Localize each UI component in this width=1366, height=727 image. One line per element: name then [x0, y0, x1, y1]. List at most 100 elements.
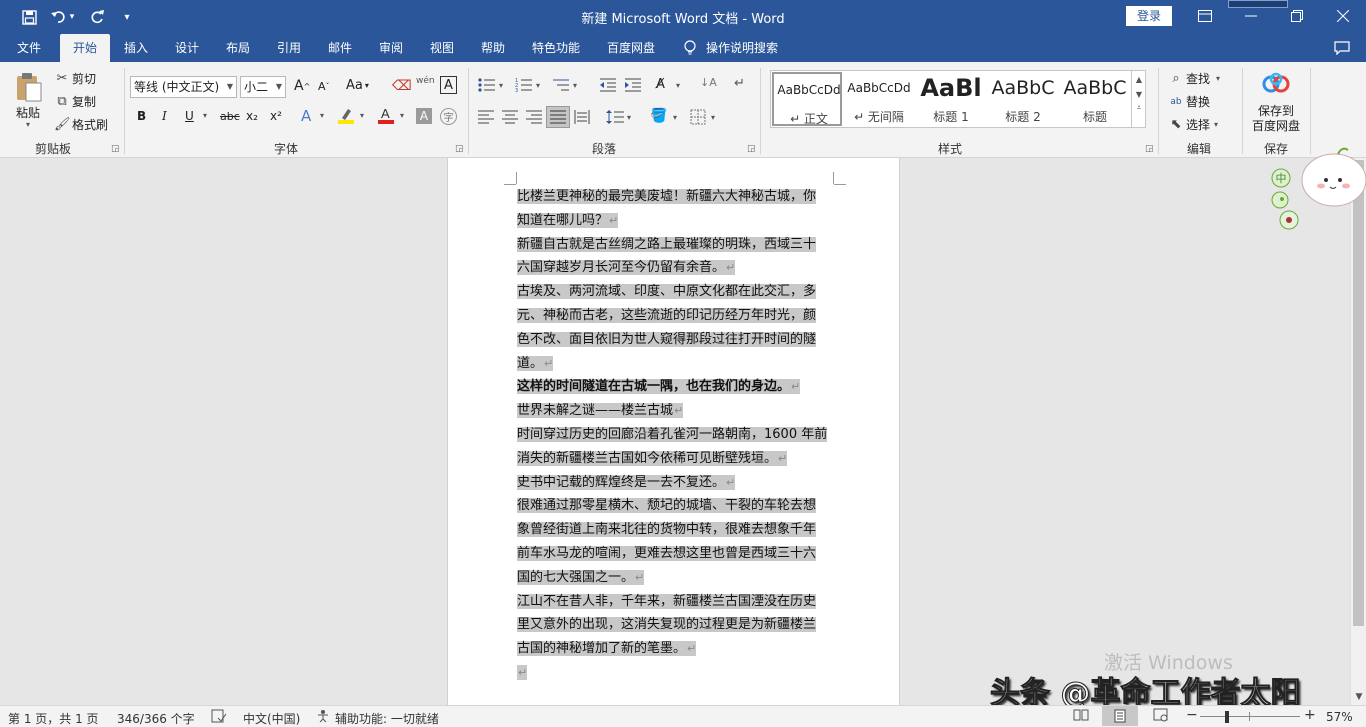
accessibility-icon[interactable]	[316, 709, 332, 726]
line-spacing-dropdown-icon[interactable]: ▾	[627, 113, 631, 122]
document-page[interactable]: 比楼兰更神秘的最完美废墟！新疆六大神秘古城，你 知道在哪儿吗？↵ 新疆自古就是古丝绸…	[447, 158, 900, 705]
change-case-button[interactable]: Aa ▾	[346, 78, 369, 93]
ribbon-display-options-icon[interactable]	[1182, 0, 1228, 32]
underline-dropdown-icon[interactable]: ▾	[203, 111, 207, 120]
baidu-netdisk-icon[interactable]	[1262, 72, 1290, 96]
justify-icon[interactable]	[546, 106, 570, 128]
subscript-button[interactable]: x₂	[246, 109, 258, 123]
distributed-icon[interactable]	[574, 110, 590, 124]
restore-icon[interactable]	[1274, 0, 1320, 32]
decrease-indent-icon[interactable]	[599, 77, 617, 93]
tab-special-features[interactable]: 特色功能	[524, 34, 588, 62]
style-normal[interactable]: AaBbCcDd ↵ 正文	[772, 72, 842, 126]
paste-icon[interactable]	[14, 70, 46, 104]
phonetic-guide-icon[interactable]: wén	[416, 76, 435, 86]
tab-review[interactable]: 审阅	[369, 34, 413, 62]
accessibility-status[interactable]: 辅助功能: 一切就绪	[335, 710, 439, 727]
gallery-up-icon[interactable]: ▲	[1132, 75, 1146, 84]
shading-icon[interactable]: 🪣	[650, 108, 667, 124]
bullets-dropdown-icon[interactable]: ▾	[499, 81, 503, 90]
zoom-level[interactable]: 57%	[1326, 710, 1353, 724]
document-paragraph[interactable]: ↵	[517, 661, 834, 685]
undo-dropdown-icon[interactable]: ▾	[66, 6, 78, 28]
document-paragraph[interactable]: 江山不在昔人非，千年来，新疆楼兰古国湮没在历史 里又意外的出现，这消失复现的过程更…	[517, 590, 834, 661]
tab-view[interactable]: 视图	[420, 34, 464, 62]
close-icon[interactable]	[1320, 0, 1366, 32]
zoom-in-button[interactable]: +	[1304, 707, 1316, 723]
document-paragraph[interactable]: 很难通过那零星横木、颓圮的城墙、干裂的车轮去想 象曾经街道上南来北往的货物中转，很…	[517, 494, 834, 589]
borders-dropdown-icon[interactable]: ▾	[711, 113, 715, 122]
tab-baidu-netdisk[interactable]: 百度网盘	[600, 34, 662, 62]
login-button[interactable]: 登录	[1126, 6, 1172, 26]
highlight-dropdown-icon[interactable]: ▾	[360, 111, 364, 120]
superscript-button[interactable]: x²	[270, 109, 282, 123]
font-launcher-icon[interactable]: ◲	[455, 144, 464, 154]
paste-button[interactable]: 粘贴	[16, 104, 40, 121]
multilevel-list-icon[interactable]	[552, 77, 570, 93]
text-effects-dropdown-icon[interactable]: ▾	[320, 111, 324, 120]
font-color-dropdown-icon[interactable]: ▾	[400, 111, 404, 120]
save-to-baidu-button[interactable]: 保存到 百度网盘	[1250, 104, 1302, 134]
text-effects-icon[interactable]: A	[301, 107, 311, 125]
chinese-layout-dropdown-icon[interactable]: ▾	[676, 81, 680, 90]
shading-dropdown-icon[interactable]: ▾	[673, 113, 677, 122]
grow-font-button[interactable]: A ^	[294, 78, 310, 94]
increase-indent-icon[interactable]	[624, 77, 642, 93]
multilevel-dropdown-icon[interactable]: ▾	[573, 81, 577, 90]
underline-button[interactable]: U	[185, 109, 194, 123]
shrink-font-button[interactable]: Aˇ	[318, 80, 330, 93]
tab-mailings[interactable]: 邮件	[318, 34, 362, 62]
page-count[interactable]: 第 1 页，共 1 页	[8, 710, 99, 727]
gallery-more-icon[interactable]: ⩡	[1132, 103, 1146, 113]
highlight-icon[interactable]	[337, 106, 355, 124]
show-marks-icon[interactable]: ↵	[734, 76, 745, 91]
cut-button[interactable]: ✂ 剪切	[54, 70, 96, 87]
numbering-icon[interactable]: 123	[515, 77, 533, 93]
format-painter-button[interactable]: 🖌 格式刷	[54, 116, 108, 133]
style-heading-2[interactable]: AaBbC 标题 2	[988, 72, 1058, 126]
word-count[interactable]: 346/366 个字	[117, 710, 195, 727]
numbering-dropdown-icon[interactable]: ▾	[536, 81, 540, 90]
paste-dropdown-icon[interactable]: ▾	[26, 120, 30, 129]
chinese-layout-icon[interactable]: A̸	[656, 77, 665, 92]
character-border-icon[interactable]: A	[440, 76, 457, 94]
scroll-down-icon[interactable]: ▼	[1351, 689, 1366, 705]
read-mode-icon[interactable]	[1073, 708, 1089, 725]
proofing-icon[interactable]	[211, 709, 227, 726]
document-paragraph[interactable]: 这样的时间隧道在古城一隅，也在我们的身边。↵	[517, 375, 834, 399]
document-paragraph[interactable]: 史书中记载的辉煌终是一去不复还。↵	[517, 471, 834, 495]
align-left-icon[interactable]	[478, 110, 494, 124]
save-icon[interactable]	[18, 6, 40, 28]
document-paragraph[interactable]: 比楼兰更神秘的最完美废墟！新疆六大神秘古城，你 知道在哪儿吗？↵	[517, 185, 834, 233]
document-paragraph[interactable]: 时间穿过历史的回廊沿着孔雀河一路朝南，1600 年前 消失的新疆楼兰古国如今依稀可…	[517, 423, 834, 471]
style-title[interactable]: AaBbC 标题	[1060, 72, 1130, 126]
document-paragraph[interactable]: 新疆自古就是古丝绸之路上最璀璨的明珠，西域三十 六国穿越岁月长河至今仍留有余音。↵	[517, 233, 834, 281]
font-color-icon[interactable]: A	[377, 106, 395, 124]
document-body[interactable]: 比楼兰更神秘的最完美废墟！新疆六大神秘古城，你 知道在哪儿吗？↵ 新疆自古就是古丝绸…	[517, 185, 834, 685]
select-button[interactable]: ⬉ 选择 ▾	[1168, 116, 1218, 133]
sort-icon[interactable]: ↓A	[700, 76, 717, 89]
replace-button[interactable]: ab 替换	[1168, 93, 1210, 110]
font-name-select[interactable]: 等线 (中文正文) ▼	[130, 76, 237, 98]
minimize-icon[interactable]	[1228, 0, 1274, 32]
align-center-icon[interactable]	[502, 110, 518, 124]
tab-references[interactable]: 引用	[267, 34, 311, 62]
customize-qat-icon[interactable]: ▾	[116, 6, 138, 28]
bold-button[interactable]: B	[137, 109, 146, 123]
style-heading-1[interactable]: AaBl 标题 1	[916, 72, 986, 126]
font-size-select[interactable]: 小二 ▼	[240, 76, 286, 98]
tab-layout[interactable]: 布局	[216, 34, 260, 62]
tab-home[interactable]: 开始	[60, 34, 110, 62]
redo-icon[interactable]	[86, 6, 108, 28]
align-right-icon[interactable]	[526, 110, 542, 124]
comments-icon[interactable]	[1332, 34, 1352, 62]
gallery-down-icon[interactable]: ▼	[1132, 90, 1146, 99]
print-layout-icon[interactable]	[1102, 706, 1138, 726]
tab-file[interactable]: 文件	[6, 34, 52, 62]
character-shading-icon[interactable]: A	[416, 108, 432, 124]
web-layout-icon[interactable]	[1153, 708, 1169, 725]
tab-design[interactable]: 设计	[165, 34, 209, 62]
zoom-slider[interactable]	[1200, 716, 1300, 717]
tab-help[interactable]: 帮助	[471, 34, 515, 62]
style-no-spacing[interactable]: AaBbCcDd ↵ 无间隔	[844, 72, 914, 126]
